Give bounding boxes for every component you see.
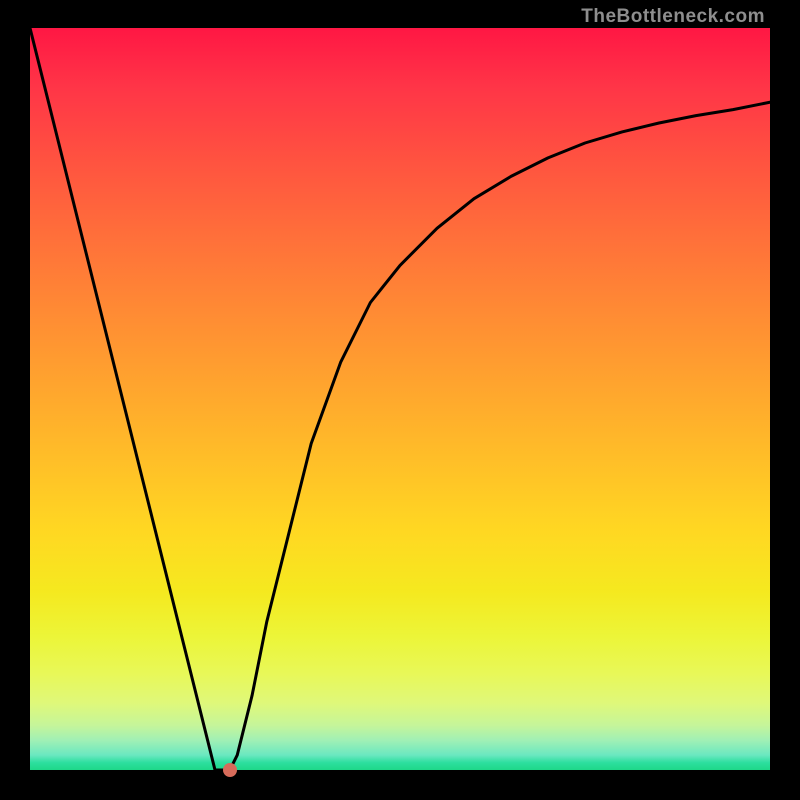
bottleneck-curve xyxy=(30,28,770,770)
watermark: TheBottleneck.com xyxy=(581,6,765,28)
plot-area xyxy=(30,28,770,770)
chart-frame xyxy=(0,0,800,800)
optimal-marker xyxy=(223,763,237,777)
